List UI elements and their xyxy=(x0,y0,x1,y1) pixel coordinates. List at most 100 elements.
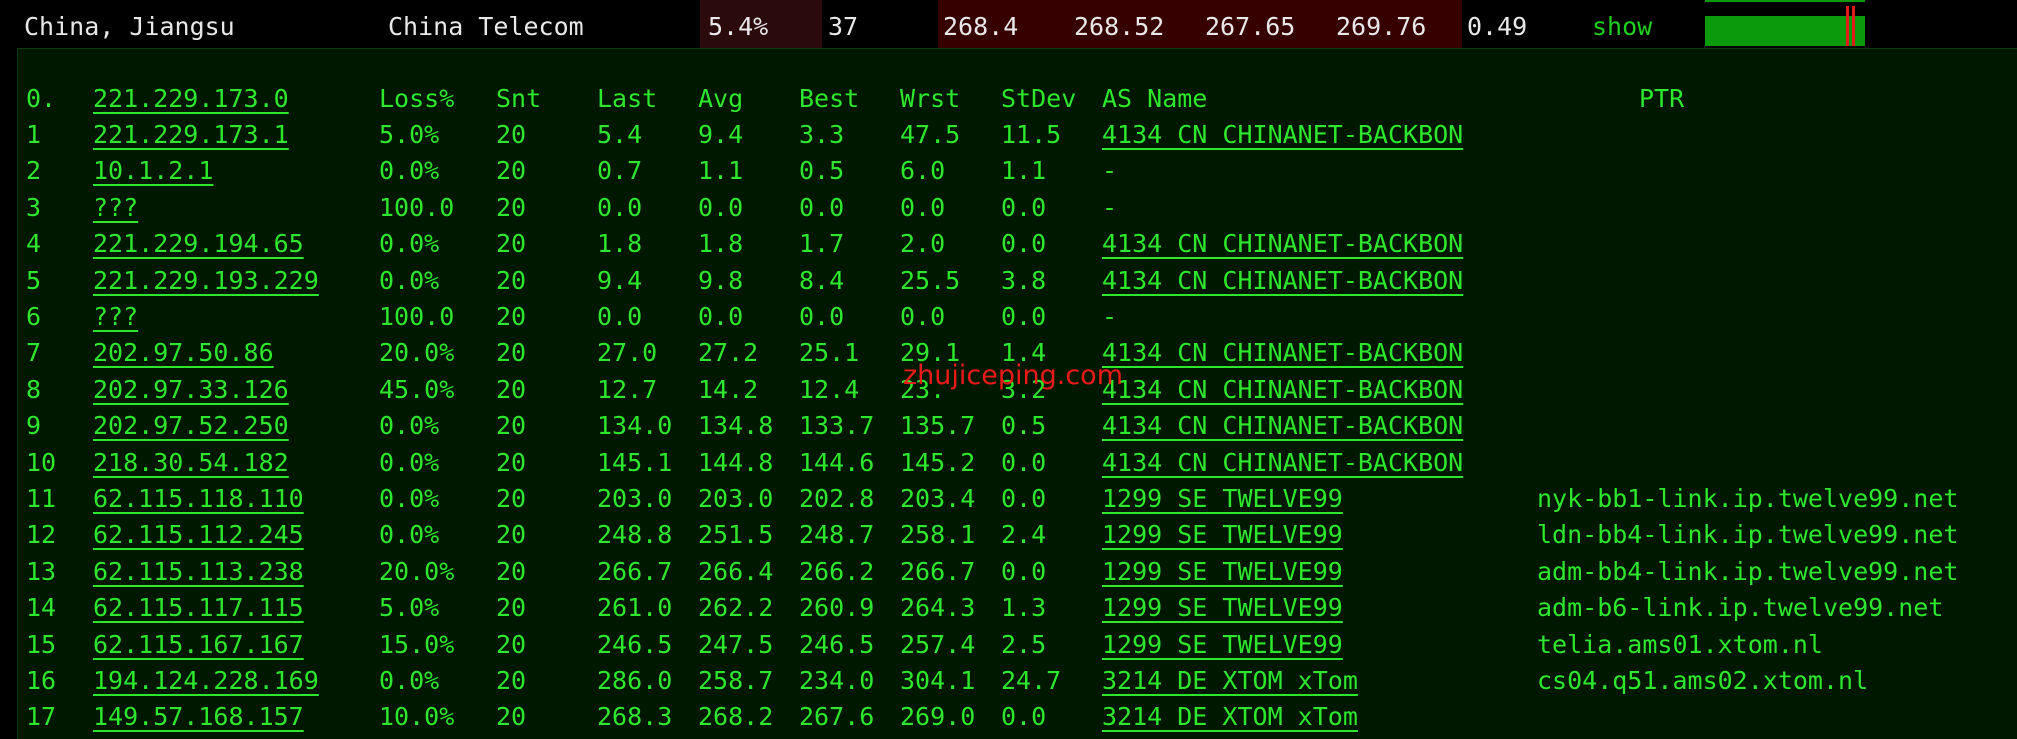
hop-host-link[interactable]: 194.124.228.169 xyxy=(93,663,319,699)
hop-stdev: 0.0 xyxy=(1001,556,1047,586)
table-row: 14 62.115.117.115 5.0% 20 261.0 262.2 260.9 264… xyxy=(18,590,2017,626)
hop-best: 133.7 xyxy=(799,411,875,441)
hop-as-link[interactable]: 4134 CN CHINANET-BACKBON xyxy=(1102,226,1463,262)
hop-snt: 20 xyxy=(496,520,527,550)
hop-as-link[interactable]: 3214 DE XTOM xTom xyxy=(1102,699,1358,735)
header-host-link[interactable]: 221.229.173.0 xyxy=(93,81,289,117)
table-row: 13 62.115.113.238 20.0% 20 266.7 266.4 266.2 26… xyxy=(18,554,2017,590)
hop-as-link[interactable]: 1299 SE TWELVE99 xyxy=(1102,481,1343,517)
hop-host-link[interactable]: ??? xyxy=(93,299,138,335)
hop-last: 248.8 xyxy=(597,520,673,550)
hop-hop: 6 xyxy=(26,302,42,331)
hop-loss: 0.0% xyxy=(379,411,440,441)
hop-host-link[interactable]: 62.115.118.110 xyxy=(93,481,304,517)
header-loss: Loss% xyxy=(379,84,455,113)
hop-host-link[interactable]: 202.97.52.250 xyxy=(93,408,289,444)
hop-host-link[interactable]: 10.1.2.1 xyxy=(93,153,213,189)
summary-last: 268.4 xyxy=(943,12,1019,41)
hop-avg: 268.2 xyxy=(698,702,774,732)
hop-hop: 8 xyxy=(26,374,42,404)
hop-avg: 251.5 xyxy=(698,520,774,550)
hop-snt: 20 xyxy=(496,447,527,477)
hop-host-link[interactable]: 221.229.193.229 xyxy=(93,263,319,299)
hop-avg: 9.4 xyxy=(698,120,744,149)
table-row: 16 194.124.228.169 0.0% 20 286.0 258.7 234.0 30… xyxy=(18,663,2017,699)
hop-host-link[interactable]: 62.115.167.167 xyxy=(93,627,304,663)
hop-stdev: 2.4 xyxy=(1001,520,1047,550)
latency-graph-marker-right xyxy=(1852,6,1855,46)
hop-as-link[interactable]: 4134 CN CHINANET-BACKBON xyxy=(1102,372,1463,408)
hop-stdev: 0.0 xyxy=(1001,192,1047,222)
table-row: 15 62.115.167.167 15.0% 20 246.5 247.5 246.5 25… xyxy=(18,627,2017,663)
header-avg: Avg xyxy=(698,84,744,113)
hop-snt: 20 xyxy=(496,374,527,404)
hop-as-link[interactable]: 4134 CN CHINANET-BACKBON xyxy=(1102,117,1463,153)
hop-host-link[interactable]: 62.115.113.238 xyxy=(93,554,304,590)
hop-as-link[interactable]: 4134 CN CHINANET-BACKBON xyxy=(1102,445,1463,481)
hop-hop: 13 xyxy=(26,556,57,586)
hop-ptr: adm-bb4-link.ip.twelve99.net xyxy=(1537,556,1959,586)
table-header: 0. 221.229.173.0 Loss% Snt Last Avg Best… xyxy=(18,81,2017,117)
summary-loss: 5.4% xyxy=(700,0,822,48)
hop-as-link[interactable]: 4134 CN CHINANET-BACKBON xyxy=(1102,335,1463,371)
hop-stdev: 0.0 xyxy=(1001,447,1047,477)
hop-stdev: 0.0 xyxy=(1001,229,1047,259)
hop-stdev: 24.7 xyxy=(1001,666,1062,695)
hop-as-link[interactable]: 1299 SE TWELVE99 xyxy=(1102,554,1343,590)
hop-wrst: 257.4 xyxy=(900,629,976,659)
hop-host-link[interactable]: 62.115.117.115 xyxy=(93,590,304,626)
hop-as-link[interactable]: 1299 SE TWELVE99 xyxy=(1102,590,1343,626)
hop-ptr: ldn-bb4-link.ip.twelve99.net xyxy=(1537,520,1959,550)
hop-loss: 0.0% xyxy=(379,520,440,550)
hop-stdev: 1.3 xyxy=(1001,593,1047,623)
watermark: zhujiceping.com xyxy=(903,360,1123,391)
hop-loss: 45.0% xyxy=(379,374,455,404)
hop-wrst: 203.4 xyxy=(900,484,976,513)
hop-avg: 1.1 xyxy=(698,156,744,186)
hop-best: 25.1 xyxy=(799,338,860,368)
hop-avg: 134.8 xyxy=(698,411,774,441)
hop-avg: 0.0 xyxy=(698,302,744,331)
hop-loss: 20.0% xyxy=(379,556,455,586)
latency-graph-marker-left xyxy=(1846,6,1849,46)
hop-wrst: 258.1 xyxy=(900,520,976,550)
hop-as-link[interactable]: 1299 SE TWELVE99 xyxy=(1102,627,1343,663)
hop-best: 202.8 xyxy=(799,484,875,513)
hop-hop: 3 xyxy=(26,192,42,222)
hop-host-link[interactable]: 221.229.173.1 xyxy=(93,117,289,153)
hop-ptr: cs04.q51.ams02.xtom.nl xyxy=(1537,666,1869,695)
hop-as-link[interactable]: 4134 CN CHINANET-BACKBON xyxy=(1102,263,1463,299)
hop-host-link[interactable]: 221.229.194.65 xyxy=(93,226,304,262)
show-details-link[interactable]: show xyxy=(1592,0,1652,48)
hop-last: 5.4 xyxy=(597,120,643,149)
hop-wrst: 135.7 xyxy=(900,411,976,441)
hop-last: 246.5 xyxy=(597,629,673,659)
hop-stdev: 0.0 xyxy=(1001,484,1047,513)
summary-best: 267.65 xyxy=(1205,12,1296,41)
hop-loss: 20.0% xyxy=(379,338,455,368)
hop-best: 260.9 xyxy=(799,593,875,623)
hop-wrst: 47.5 xyxy=(900,120,961,149)
hop-snt: 20 xyxy=(496,192,527,222)
hop-host-link[interactable]: 202.97.33.126 xyxy=(93,372,289,408)
hop-wrst: 266.7 xyxy=(900,556,976,586)
hop-last: 1.8 xyxy=(597,229,643,259)
table-row: 17 149.57.168.157 10.0% 20 268.3 268.2 267.6 26… xyxy=(18,699,2017,735)
hop-stdev: 0.5 xyxy=(1001,411,1047,441)
hop-host-link[interactable]: ??? xyxy=(93,190,138,226)
header-stdev: StDev xyxy=(1001,84,1077,113)
hop-host-link[interactable]: 202.97.50.86 xyxy=(93,335,274,371)
hop-as-link[interactable]: 4134 CN CHINANET-BACKBON xyxy=(1102,408,1463,444)
hop-host-link[interactable]: 149.57.168.157 xyxy=(93,699,304,735)
hop-host-link[interactable]: 218.30.54.182 xyxy=(93,445,289,481)
header-hop: 0. xyxy=(26,84,57,113)
hop-host-link[interactable]: 62.115.112.245 xyxy=(93,517,304,553)
hop-last: 0.7 xyxy=(597,156,643,186)
hop-best: 246.5 xyxy=(799,629,875,659)
hop-as: - xyxy=(1102,192,1118,222)
hop-loss: 5.0% xyxy=(379,593,440,623)
hop-as-link[interactable]: 3214 DE XTOM xTom xyxy=(1102,663,1358,699)
hop-last: 12.7 xyxy=(597,374,658,404)
hop-as-link[interactable]: 1299 SE TWELVE99 xyxy=(1102,517,1343,553)
hop-avg: 27.2 xyxy=(698,338,759,368)
